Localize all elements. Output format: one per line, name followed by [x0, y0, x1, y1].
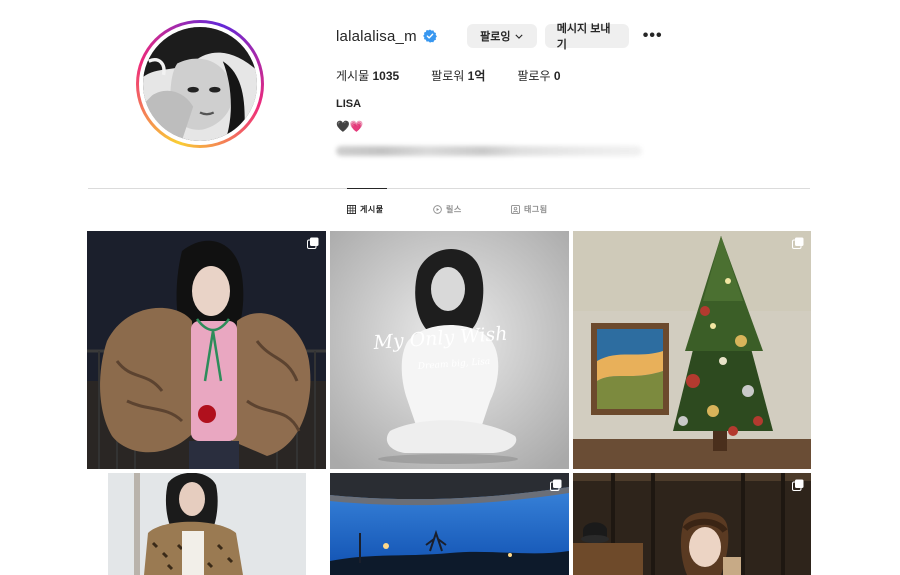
tagged-icon [511, 205, 520, 214]
profile-username: lalalalisa_m [336, 27, 417, 45]
post-image [330, 473, 569, 575]
following-count[interactable]: 팔로우 0 [517, 67, 560, 84]
multi-post-icon [307, 237, 319, 249]
post-image [573, 473, 811, 575]
post-tile-1[interactable] [87, 231, 326, 469]
posts-label: 게시물 [336, 69, 370, 83]
username-row: lalalalisa_m 팔로잉 메시지 보내기 ••• [336, 22, 663, 51]
profile-stats: 게시물 1035 팔로워 1억 팔로우 0 [336, 67, 593, 84]
more-options-icon[interactable]: ••• [643, 27, 663, 45]
following-value: 0 [553, 69, 561, 83]
tab-posts-label: 게시물 [360, 205, 384, 214]
followers-count[interactable]: 팔로워 1억 [431, 67, 485, 84]
album-title-overlay: My Only Wish Dream big, Lisa [372, 323, 508, 372]
post-tile-4[interactable] [108, 473, 306, 575]
album-title: My Only Wish [372, 323, 508, 354]
following-button[interactable]: 팔로잉 [466, 24, 537, 48]
following-label: 팔로우 [517, 69, 551, 83]
following-button-label: 팔로잉 [480, 31, 511, 43]
posts-count: 게시물 1035 [336, 67, 399, 84]
post-tile-3[interactable] [573, 231, 811, 469]
multi-post-icon [792, 479, 804, 491]
grid-icon [347, 205, 356, 214]
album-subtitle: Dream big, Lisa [417, 357, 491, 372]
post-image [87, 231, 326, 469]
tab-reels-label: 릴스 [446, 205, 462, 214]
message-button[interactable]: 메시지 보내기 [544, 23, 629, 51]
verified-badge-icon [422, 29, 437, 43]
reels-icon [433, 205, 442, 214]
avatar-photo [143, 27, 257, 141]
post-image [108, 473, 306, 575]
post-tile-2[interactable]: My Only Wish Dream big, Lisa [330, 231, 569, 469]
tab-reels[interactable]: 릴스 [433, 204, 462, 215]
tab-tagged[interactable]: 태그됨 [511, 204, 548, 215]
tab-posts[interactable]: 게시물 [347, 204, 384, 215]
avatar-frame [139, 23, 261, 145]
followers-label: 팔로워 [431, 69, 465, 83]
tabs-divider [88, 188, 810, 189]
profile-bio: 🖤💗 [336, 121, 364, 133]
post-tile-5[interactable] [330, 473, 569, 575]
profile-avatar-ring[interactable] [136, 20, 264, 148]
active-tab-indicator [347, 188, 387, 189]
avatar[interactable] [143, 27, 257, 141]
profile-tabs: 게시물 릴스 태그됨 [0, 204, 900, 218]
chevron-down-icon [515, 31, 524, 41]
multi-post-icon [792, 237, 804, 249]
followers-value: 1억 [467, 69, 486, 83]
post-image [573, 231, 811, 469]
posts-value: 1035 [372, 69, 400, 83]
multi-post-icon [550, 479, 562, 491]
profile-full-name: LISA [336, 98, 362, 110]
tab-tagged-label: 태그됨 [524, 205, 548, 214]
bio-link-blurred[interactable] [336, 146, 642, 156]
post-tile-6[interactable] [573, 473, 811, 575]
